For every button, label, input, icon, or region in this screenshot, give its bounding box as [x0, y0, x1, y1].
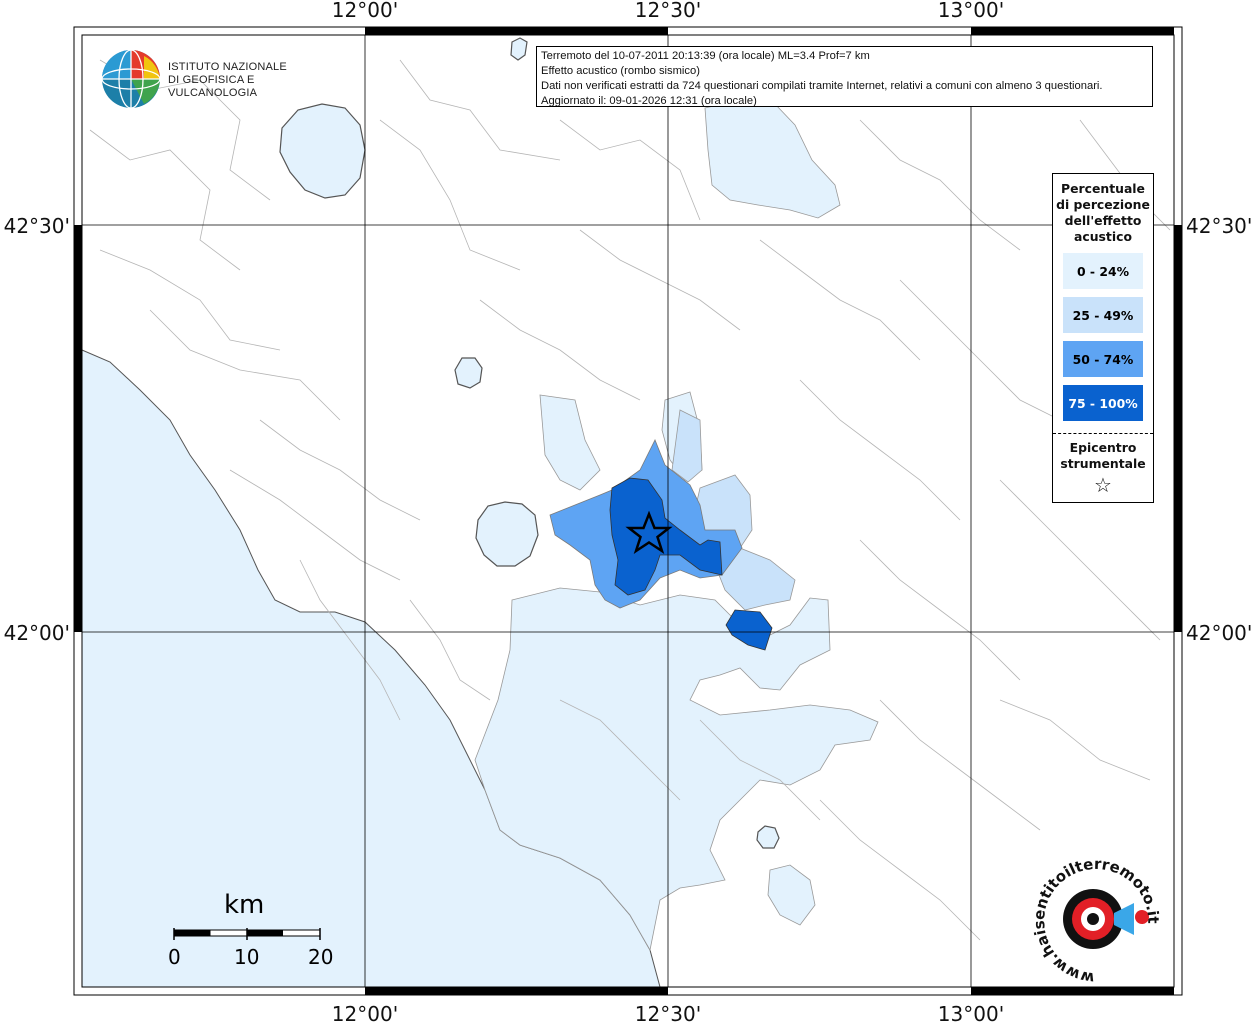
legend-classes: 0 - 24% 25 - 49% 50 - 74% 75 - 100%	[1053, 253, 1153, 421]
top-tick-2: 12°30'	[635, 0, 701, 22]
ingv-logo: ISTITUTO NAZIONALE DI GEOFISICA E VULCAN…	[100, 46, 330, 110]
epicenter-star-icon: ☆	[1094, 473, 1112, 497]
legend-class-1: 0 - 24%	[1063, 253, 1143, 289]
legend-separator	[1053, 433, 1153, 434]
plot-area	[81, 35, 1174, 988]
event-title: Terremoto del 10-07-2011 20:13:39 (ora l…	[541, 50, 870, 62]
bottom-tick-2: 12°30'	[635, 1002, 701, 1024]
ingv-line2: DI GEOFISICA E VULCANOLOGIA	[168, 74, 258, 99]
event-updated: Aggiornato il: 09-01-2026 12:31 (ora loc…	[541, 95, 757, 107]
event-effect: Effetto acustico (rombo sismico)	[541, 65, 700, 77]
globe-icon	[101, 49, 161, 109]
ingv-name: ISTITUTO NAZIONALE DI GEOFISICA E VULCAN…	[168, 61, 330, 100]
bottom-tick-1: 12°00'	[332, 1002, 398, 1024]
legend-epicenter-label: Epicentro strumentale	[1060, 440, 1146, 471]
top-tick-3: 13°00'	[938, 0, 1004, 22]
event-data-note: Dati non verificati estratti da 724 ques…	[541, 80, 1103, 92]
legend-class-2: 25 - 49%	[1063, 297, 1143, 333]
scale-label-0: 0	[168, 945, 181, 969]
scale-bar: km 0 10 20	[160, 890, 340, 970]
top-tick-1: 12°00'	[332, 0, 398, 22]
legend: Percentuale di percezione dell'effetto a…	[1052, 173, 1154, 503]
left-tick-1: 42°30'	[4, 214, 70, 238]
lake-bracciano	[475, 501, 539, 567]
lake-vico	[454, 357, 483, 389]
right-tick-1: 42°30'	[1186, 214, 1252, 238]
scale-label-10: 10	[234, 945, 260, 969]
scale-unit: km	[224, 890, 265, 920]
left-tick-2: 42°00'	[4, 621, 70, 645]
event-info-box: Terremoto del 10-07-2011 20:13:39 (ora l…	[536, 46, 1153, 107]
bottom-tick-3: 13°00'	[938, 1002, 1004, 1024]
right-tick-2: 42°00'	[1186, 621, 1252, 645]
hst-logo: www.haisentitoilterremoto.it	[1030, 855, 1162, 987]
legend-class-4: 75 - 100%	[1063, 385, 1143, 421]
scale-bar-graphic	[173, 928, 321, 940]
lake-albano	[756, 825, 780, 849]
legend-class-3: 50 - 74%	[1063, 341, 1143, 377]
ingv-line1: ISTITUTO NAZIONALE	[168, 61, 287, 73]
scale-label-20: 20	[308, 945, 334, 969]
legend-title: Percentuale di percezione dell'effetto a…	[1056, 181, 1150, 244]
